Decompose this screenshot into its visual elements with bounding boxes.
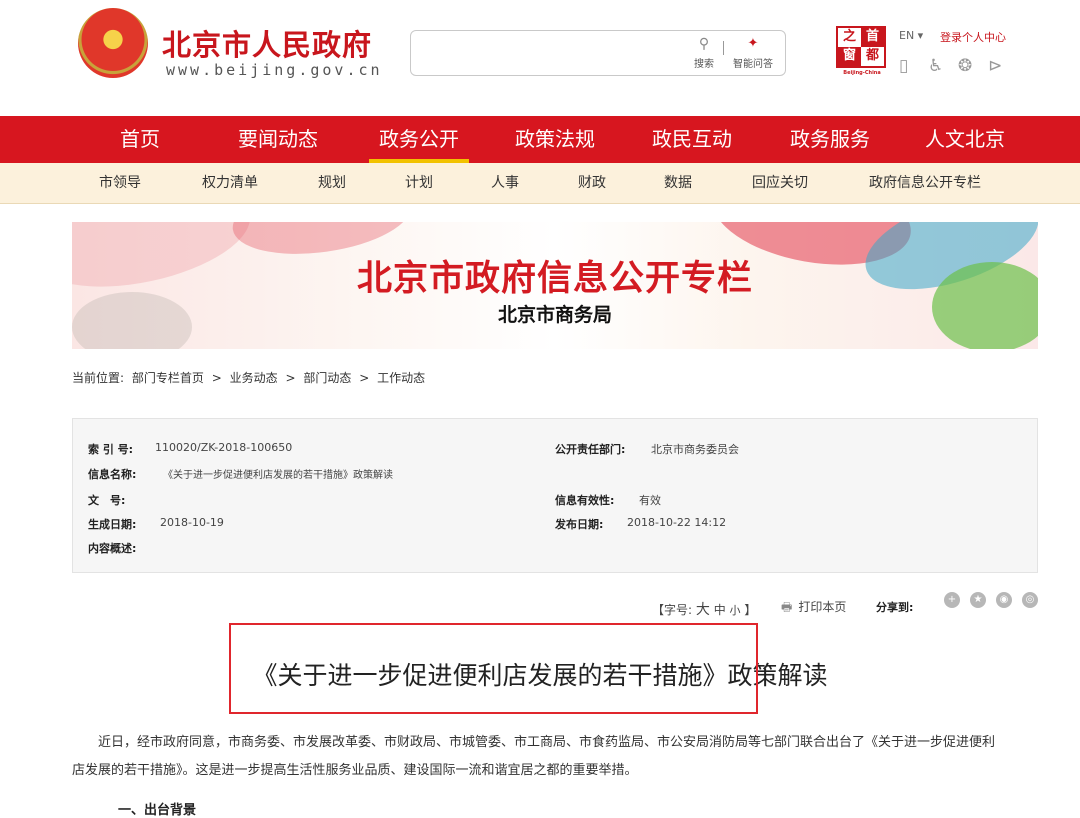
printer-icon: 🖶 bbox=[781, 600, 793, 614]
article-paragraph: 近日，经市政府同意，市商务委、市发展改革委、市财政局、市城管委、市工商局、市食药… bbox=[98, 735, 996, 750]
breadcrumb-item-dept-home[interactable]: 部门专栏首页 bbox=[132, 371, 204, 385]
print-label: 打印本页 bbox=[798, 600, 847, 614]
nav-government-affairs[interactable]: 政务公开 bbox=[369, 116, 469, 163]
divider bbox=[723, 41, 724, 55]
breadcrumb-item-work-news[interactable]: 工作动态 bbox=[377, 371, 425, 385]
font-size-suffix: 】 bbox=[744, 603, 757, 617]
breadcrumb-separator: > bbox=[211, 371, 222, 385]
nav-interaction[interactable]: 政民互动 bbox=[642, 116, 742, 163]
print-button[interactable]: 🖶 打印本页 bbox=[781, 598, 846, 619]
login-link[interactable]: 登录个人中心 bbox=[940, 29, 1006, 45]
smart-qa-button[interactable]: ✦ 智能问答 bbox=[727, 37, 779, 73]
capital-char: 首 bbox=[861, 28, 884, 47]
subnav-leaders[interactable]: 市领导 bbox=[99, 163, 141, 203]
share-qzone-icon[interactable]: ★ bbox=[970, 592, 986, 608]
site-title[interactable]: 北京市人民政府 bbox=[162, 22, 372, 64]
validity-label: 信息有效性: bbox=[555, 494, 615, 507]
highlight-annotation-box bbox=[229, 623, 758, 714]
subnav-response[interactable]: 回应关切 bbox=[752, 163, 808, 203]
published-date-value: 2018-10-22 14:12 bbox=[627, 516, 727, 529]
index-value: 110020/ZK-2018-100650 bbox=[155, 441, 293, 454]
search-input[interactable] bbox=[421, 41, 675, 67]
dept-value: 北京市商务委员会 bbox=[651, 443, 739, 456]
breadcrumb-item-business[interactable]: 业务动态 bbox=[230, 371, 278, 385]
capital-caption: Beijing-China bbox=[843, 70, 881, 76]
language-switch[interactable]: EN ▾ bbox=[899, 29, 923, 42]
disclosure-banner: 北京市政府信息公开专栏 北京市商务局 bbox=[72, 222, 1038, 349]
lightbulb-icon: ✦ bbox=[747, 36, 759, 51]
created-date-value: 2018-10-19 bbox=[160, 516, 224, 529]
doc-number-label: 文 号: bbox=[88, 494, 126, 507]
article-paragraph: 店发展的若干措施》。这是进一步提高生活性服务业品质、建设国际一流和谐宜居之都的重… bbox=[72, 763, 638, 778]
share-wechat-icon[interactable]: ◎ bbox=[1022, 592, 1038, 608]
government-emblem-logo[interactable] bbox=[78, 8, 148, 78]
subnav-data[interactable]: 数据 bbox=[664, 163, 692, 203]
subnav-personnel[interactable]: 人事 bbox=[491, 163, 519, 203]
site-url: www.beijing.gov.cn bbox=[166, 61, 383, 79]
mobile-icon[interactable]: ▯ bbox=[899, 56, 908, 76]
name-label: 信息名称: bbox=[88, 468, 137, 481]
accessibility-icon[interactable]: ♿ bbox=[928, 56, 943, 76]
capital-window-logo[interactable]: 之 首 窗 都 Beijing-China bbox=[836, 26, 888, 80]
summary-label: 内容概述: bbox=[88, 542, 137, 555]
share-label: 分享到: bbox=[876, 601, 914, 614]
breadcrumb-separator: > bbox=[359, 371, 370, 385]
breadcrumb-item-dept-news[interactable]: 部门动态 bbox=[303, 371, 351, 385]
play-icon[interactable]: ⊳ bbox=[988, 56, 1002, 76]
main-nav: 首页 要闻动态 政务公开 政策法规 政民互动 政务服务 人文北京 bbox=[0, 116, 1080, 163]
sub-nav: 市领导 权力清单 规划 计划 人事 财政 数据 回应关切 政府信息公开专栏 bbox=[0, 163, 1080, 204]
smart-qa-label: 智能问答 bbox=[733, 59, 773, 70]
share-plus-icon[interactable]: + bbox=[944, 592, 960, 608]
font-size-prefix: 【字号: bbox=[652, 603, 693, 617]
font-medium-button[interactable]: 中 bbox=[714, 603, 726, 617]
subnav-plans[interactable]: 计划 bbox=[405, 163, 433, 203]
nav-home[interactable]: 首页 bbox=[110, 116, 170, 163]
name-value: 《关于进一步促进便利店发展的若干措施》政策解读 bbox=[163, 470, 393, 481]
search-box: ⚲ 搜索 ✦ 智能问答 bbox=[410, 30, 786, 76]
subnav-power-list[interactable]: 权力清单 bbox=[202, 163, 258, 203]
nav-services[interactable]: 政务服务 bbox=[780, 116, 880, 163]
validity-value: 有效 bbox=[639, 494, 661, 507]
created-date-label: 生成日期: bbox=[88, 518, 137, 531]
breadcrumb-prefix: 当前位置: bbox=[72, 371, 125, 385]
search-button-label: 搜索 bbox=[694, 59, 714, 70]
search-button[interactable]: ⚲ 搜索 bbox=[689, 37, 719, 73]
font-large-button[interactable]: 大 bbox=[696, 602, 710, 618]
subnav-info-disclosure[interactable]: 政府信息公开专栏 bbox=[869, 163, 981, 203]
share-weibo-icon[interactable]: ◉ bbox=[996, 592, 1012, 608]
banner-title: 北京市政府信息公开专栏 bbox=[356, 259, 753, 299]
document-info-box: 索 引 号: 110020/ZK-2018-100650 公开责任部门: 北京市… bbox=[72, 418, 1038, 573]
capital-char: 都 bbox=[865, 48, 879, 63]
breadcrumb-separator: > bbox=[285, 371, 296, 385]
subnav-planning[interactable]: 规划 bbox=[318, 163, 346, 203]
nav-culture[interactable]: 人文北京 bbox=[915, 116, 1015, 163]
capital-char: 窗 bbox=[838, 47, 861, 66]
search-icon: ⚲ bbox=[698, 36, 710, 52]
dept-label: 公开责任部门: bbox=[555, 443, 626, 456]
breadcrumb: 当前位置: 部门专栏首页 > 业务动态 > 部门动态 > 工作动态 bbox=[72, 369, 429, 386]
nav-policies[interactable]: 政策法规 bbox=[505, 116, 605, 163]
nav-news[interactable]: 要闻动态 bbox=[228, 116, 328, 163]
subnav-finance[interactable]: 财政 bbox=[578, 163, 606, 203]
published-date-label: 发布日期: bbox=[555, 518, 604, 531]
font-small-button[interactable]: 小 bbox=[730, 604, 741, 617]
capital-char: 之 bbox=[842, 29, 856, 44]
assistant-icon[interactable]: ❂ bbox=[958, 56, 972, 76]
index-label: 索 引 号: bbox=[88, 443, 134, 456]
font-size-tools: 【字号: 大 中 小 】 bbox=[652, 599, 756, 619]
banner-subtitle: 北京市商务局 bbox=[497, 304, 612, 326]
